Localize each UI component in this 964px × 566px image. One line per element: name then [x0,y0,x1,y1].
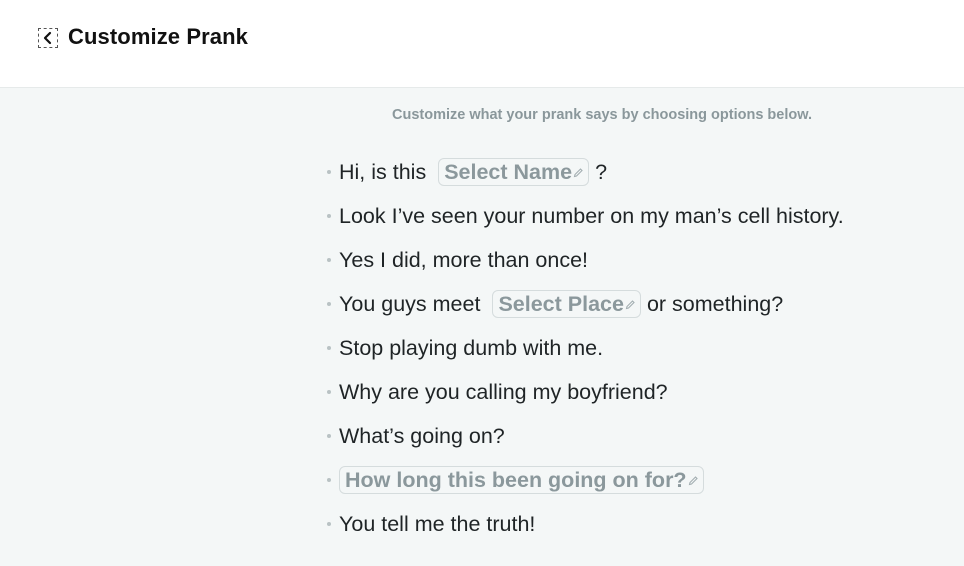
bullet-dot [327,170,331,174]
line-text: Hi, is this [339,159,427,184]
question-option-chip[interactable]: How long this been going on for? [339,466,704,494]
script-line: Stop playing dumb with me. [327,326,844,370]
page-title: Customize Prank [68,24,248,49]
instructions-text: Customize what your prank says by choosi… [391,107,813,123]
pencil-icon [625,299,635,309]
main-content: Customize what your prank says by choosi… [0,89,964,566]
script-line: Yes I did, more than once! [327,238,844,282]
line-text-after: or something? [646,291,784,316]
line-text: Stop playing dumb with me. [339,335,604,360]
prank-script-list: Hi, is this Select Name? Look I’ve seen … [327,150,844,546]
chip-label: Select Place [498,291,624,316]
select-name-chip[interactable]: Select Name [438,158,590,186]
chip-label: How long this been going on for? [345,467,687,492]
bullet-dot [327,478,331,482]
line-text: What’s going on? [339,423,505,448]
bullet-dot [327,214,331,218]
line-text: You guys meet [339,291,481,316]
script-line: Hi, is this Select Name? [327,150,844,194]
bullet-dot [327,434,331,438]
line-text-after: ? [595,159,608,184]
line-text: Look I’ve seen your number on my man’s c… [339,203,844,228]
script-line: You guys meet Select Place or something? [327,282,844,326]
bullet-dot [327,522,331,526]
pencil-icon [573,167,583,177]
pencil-icon [688,475,698,485]
chevron-left-icon [43,31,52,45]
line-text: You tell me the truth! [339,511,536,536]
select-place-chip[interactable]: Select Place [492,290,641,318]
line-text: Yes I did, more than once! [339,247,589,272]
script-line: Why are you calling my boyfriend? [327,370,844,414]
script-line: Look I’ve seen your number on my man’s c… [327,194,844,238]
script-line: What’s going on? [327,414,844,458]
bullet-dot [327,302,331,306]
bullet-dot [327,346,331,350]
bullet-dot [327,258,331,262]
bullet-dot [327,390,331,394]
header-bar: Customize Prank [0,0,964,88]
line-text: Why are you calling my boyfriend? [339,379,668,404]
chip-label: Select Name [444,159,573,184]
back-button[interactable] [38,28,58,48]
script-line: How long this been going on for? [327,458,844,502]
script-line: You tell me the truth! [327,502,844,546]
